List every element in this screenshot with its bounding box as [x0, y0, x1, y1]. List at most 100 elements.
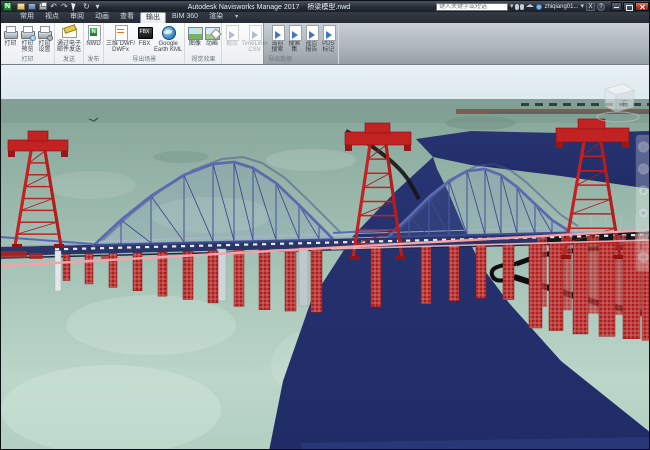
tab-bim360[interactable]: BIM 360 — [167, 12, 203, 23]
export-google-earth-label: Earth KML — [154, 47, 182, 53]
open-button[interactable] — [16, 2, 25, 11]
export-current-search-icon — [270, 25, 285, 40]
export-viewpoints-report-button[interactable]: 视点报告 — [303, 24, 320, 53]
export-search-sets-button[interactable]: 搜索集 — [286, 24, 303, 53]
ribbon-options-icon[interactable]: ▾ — [235, 12, 238, 23]
print-preview-button[interactable]: 打印预览 — [19, 24, 36, 53]
tab-home[interactable]: 常用 — [15, 12, 39, 23]
print-button[interactable]: 打印 — [2, 24, 19, 47]
print-label: 打印 — [4, 41, 16, 47]
export-fbx-button[interactable]: FBXFBX — [136, 24, 153, 47]
redo-button[interactable]: ↷ — [60, 2, 69, 11]
ribbon-group-2: NNWD 发布 — [84, 23, 104, 64]
ribbon-group-5: 视点TimeLinerCSV当前搜索搜索集视点报告PDS标记导出数据 — [222, 23, 338, 64]
infocenter: ▾ zhiqiang01... ▾ X ? — [436, 3, 605, 11]
ribbon-group-0: 打印打印预览打印设置打印 — [1, 23, 55, 64]
publish-nwd-label: NWD — [86, 41, 100, 47]
look-around-icon[interactable] — [639, 230, 649, 240]
orbit-icon[interactable] — [639, 208, 649, 218]
navigation-bar[interactable] — [636, 135, 650, 271]
viewcube-face-label: 右 — [621, 98, 629, 108]
ribbon-group-label: 导出数据 — [222, 56, 337, 64]
export-pds-tags-button[interactable]: PDS标记 — [320, 24, 337, 53]
export-3d-dwf-icon — [113, 25, 128, 40]
send-email-button[interactable]: 通过电子邮件发送 — [56, 24, 82, 53]
search-dropdown-icon[interactable]: ▾ — [510, 3, 514, 11]
export-viewpoints-label: 视点 — [226, 41, 238, 47]
export-fbx-label: FBX — [139, 41, 151, 47]
print-settings-label: 设置 — [38, 47, 50, 53]
export-current-search-label: 搜索 — [271, 47, 283, 53]
print-settings-icon — [37, 25, 52, 40]
open-button-icon — [17, 3, 25, 10]
undo-button-glyph: ↶ — [50, 3, 57, 11]
user-dropdown-icon: ▾ — [580, 3, 584, 11]
minimize-button[interactable] — [611, 2, 622, 11]
publish-nwd-icon: N — [86, 25, 101, 40]
export-image-icon — [187, 25, 202, 40]
refresh-button[interactable]: ↻ — [82, 2, 91, 11]
quick-access-toolbar: ↶ ↷ ↻▾ — [16, 2, 102, 11]
ribbon-tabs: 常用视点审阅动画查看输出BIM 360渲染 — [15, 12, 228, 23]
export-animation-icon — [204, 25, 219, 40]
ribbon: 打印打印预览打印设置打印通过电子邮件发送发送NNWD发布三维 DWF/DWFxF… — [1, 23, 650, 65]
export-search-sets-icon — [287, 25, 302, 40]
pan-icon[interactable] — [639, 164, 649, 174]
tab-animation[interactable]: 动画 — [90, 12, 114, 23]
ribbon-tab-row: 常用视点审阅动画查看输出BIM 360渲染 ▾ — [1, 12, 650, 23]
export-3d-dwf-button[interactable]: 三维 DWF/DWFx — [105, 24, 136, 53]
ribbon-group-3: 三维 DWF/DWFxFBXFBXGoogleEarth KML 导出场景 — [104, 23, 185, 64]
walk-icon[interactable] — [639, 252, 649, 262]
ribbon-group-label: 发布 — [84, 56, 103, 64]
export-timeliner-csv-button: TimeLinerCSV — [240, 24, 268, 53]
export-animation-button[interactable]: 动画 — [203, 24, 220, 47]
export-pds-tags-label: 标记 — [322, 47, 334, 53]
print-preview-label: 预览 — [21, 47, 33, 53]
username-text: zhiqiang01... — [544, 4, 578, 10]
signin-user[interactable]: zhiqiang01... ▾ — [536, 3, 584, 11]
qat-menu-button[interactable]: ▾ — [93, 2, 102, 11]
export-viewpoints-report-icon — [304, 25, 319, 40]
user-icon — [536, 4, 542, 10]
close-button[interactable] — [635, 2, 649, 11]
tab-view[interactable]: 查看 — [115, 12, 139, 23]
tab-viewpoint[interactable]: 视点 — [40, 12, 64, 23]
select-button[interactable] — [71, 2, 80, 11]
exchange-apps-icon[interactable]: X — [586, 3, 595, 11]
undo-button[interactable]: ↶ — [49, 2, 58, 11]
print-settings-button[interactable]: 打印设置 — [36, 24, 53, 53]
search-input[interactable] — [436, 3, 508, 11]
tab-output[interactable]: 输出 — [140, 12, 166, 23]
zoom-icon[interactable] — [639, 186, 649, 196]
tab-review[interactable]: 审阅 — [65, 12, 89, 23]
export-animation-label: 动画 — [206, 41, 218, 47]
navigation-wheel-icon[interactable] — [639, 142, 649, 152]
application-menu-button[interactable]: N — [3, 2, 12, 11]
favorites-icon[interactable] — [526, 4, 534, 7]
export-fbx-icon: FBX — [137, 25, 152, 40]
select-button-icon — [71, 1, 80, 11]
ribbon-panel: 打印打印预览打印设置打印通过电子邮件发送发送NNWD发布三维 DWF/DWFxF… — [1, 23, 264, 64]
window-title: Autodesk Navisworks Manage 2017 桥梁模型.nwd — [104, 2, 434, 12]
restore-button[interactable] — [623, 2, 634, 11]
export-viewpoints-report-label: 报告 — [305, 47, 317, 53]
save-button[interactable] — [27, 2, 36, 11]
export-viewpoints-icon — [224, 25, 239, 40]
export-timeliner-csv-label: CSV — [248, 47, 260, 53]
ribbon-group-label: 导出场景 — [104, 56, 184, 64]
app-title-text: Autodesk Navisworks Manage 2017 — [188, 4, 300, 11]
ribbon-group-label: 发送 — [55, 56, 83, 64]
redo-button-glyph: ↷ — [61, 3, 68, 11]
export-current-search-button[interactable]: 当前搜索 — [269, 24, 286, 53]
export-3d-dwf-label: DWFx — [112, 47, 129, 53]
export-google-earth-button[interactable]: GoogleEarth KML — [153, 24, 183, 53]
help-icon[interactable]: ? — [597, 3, 605, 11]
search-icon[interactable] — [515, 4, 524, 10]
publish-nwd-button[interactable]: NNWD — [85, 24, 102, 47]
tab-render[interactable]: 渲染 — [204, 12, 228, 23]
scene-canvas[interactable]: 右 — [1, 65, 650, 450]
viewport-3d[interactable]: 右 — [1, 65, 650, 450]
print-button[interactable] — [38, 2, 47, 11]
export-image-button[interactable]: 图像 — [186, 24, 203, 47]
window-controls — [610, 2, 649, 11]
